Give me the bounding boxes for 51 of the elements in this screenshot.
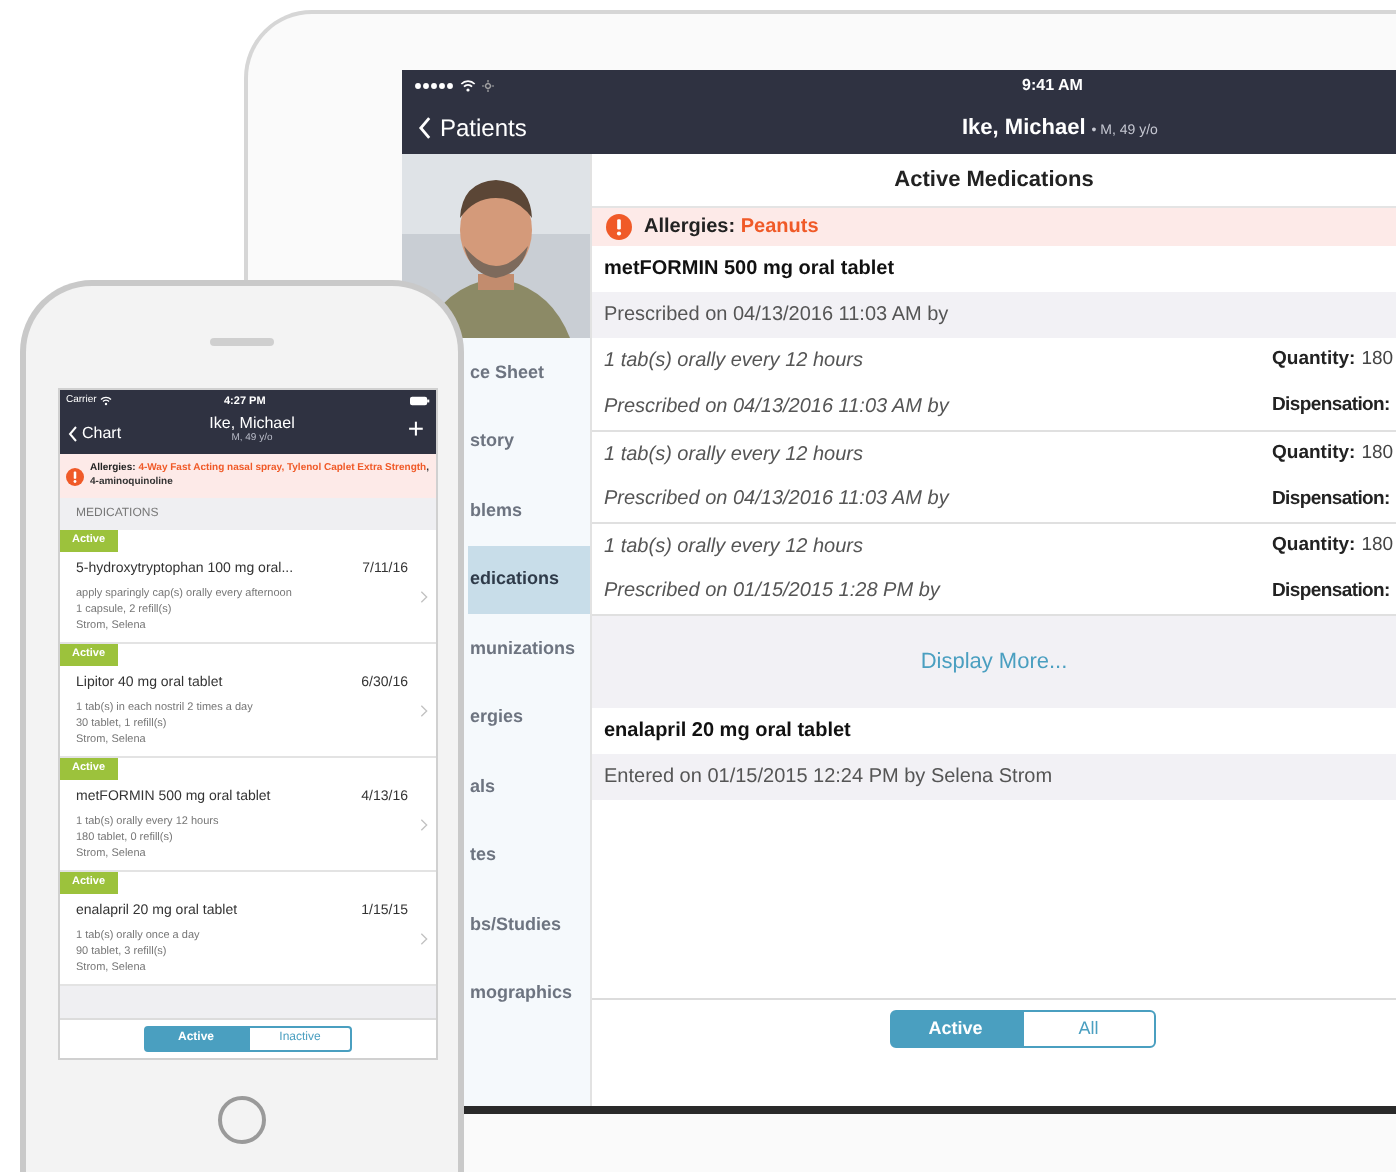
medication-detail: Entered on 01/15/2015 12:24 PM by Selena Strom xyxy=(592,754,1396,800)
wifi-icon xyxy=(100,396,113,406)
battery-icon xyxy=(410,396,430,406)
quantity-text: Quantity: 180 xyxy=(1272,346,1396,375)
dosage-text: 1 tab(s) orally every 12 hours xyxy=(604,441,866,470)
quantity-text: Quantity: 180 xyxy=(1272,440,1396,469)
sidebar-item[interactable]: bs/Studies xyxy=(468,890,590,959)
chevron-icon xyxy=(420,932,428,946)
status-time: 9:41 AM xyxy=(1022,74,1083,98)
back-button[interactable]: Patients xyxy=(402,109,527,145)
home-button[interactable] xyxy=(218,1096,266,1144)
speaker-icon xyxy=(210,338,274,346)
quantity-text: Quantity: 180 xyxy=(1272,532,1396,561)
display-more-link[interactable]: Display More... xyxy=(920,645,1068,679)
sidebar-item[interactable]: story xyxy=(468,407,590,476)
brightness-icon xyxy=(482,79,494,91)
dispensation-label: Dispensation: xyxy=(1272,392,1392,421)
medication-name: metFORMIN 500 mg oral tablet xyxy=(602,256,897,284)
chevron-icon xyxy=(420,590,428,604)
sidebar-item[interactable]: als xyxy=(468,752,590,821)
alert-icon xyxy=(66,467,84,485)
medication-name: enalapril 20 mg oral tablet xyxy=(602,718,853,746)
patient-name: Ike, Michael xyxy=(209,416,295,432)
allergy-text: Allergies: Peanuts xyxy=(644,214,819,242)
wifi-icon xyxy=(460,79,476,91)
segment-tab[interactable]: Active xyxy=(889,1010,1022,1048)
add-button[interactable]: + xyxy=(407,414,424,442)
back-icon xyxy=(418,115,432,139)
prescribed-text: Prescribed on 04/13/2016 11:03 AM by xyxy=(604,486,949,515)
alert-icon xyxy=(606,214,632,240)
chevron-icon xyxy=(420,704,428,718)
prescribed-text: Prescribed on 04/13/2016 11:03 AM by xyxy=(604,394,949,422)
prescribed-text: Prescribed on 01/15/2015 1:28 PM by xyxy=(604,578,940,607)
sidebar-item[interactable]: ce Sheet xyxy=(468,338,590,407)
sidebar-item[interactable]: mographics xyxy=(468,959,590,1028)
dosage-text: 1 tab(s) orally every 12 hours xyxy=(604,348,866,376)
dispensation-label: Dispensation: xyxy=(1272,485,1392,514)
signal-icon xyxy=(414,81,454,89)
back-button[interactable]: Chart xyxy=(60,421,122,445)
sidebar-item[interactable]: tes xyxy=(468,821,590,890)
sidebar-item[interactable]: munizations xyxy=(468,614,590,683)
patient-name: Ike, Michael xyxy=(962,114,1086,144)
chevron-icon xyxy=(420,818,428,832)
sidebar-item[interactable]: ergies xyxy=(468,683,590,752)
sidebar-item[interactable]: blems xyxy=(468,476,590,545)
sidebar-item[interactable]: edications xyxy=(468,545,590,614)
segment-tab[interactable]: All xyxy=(1022,1010,1155,1048)
dispensation-label: Dispensation: xyxy=(1272,577,1392,606)
dosage-text: 1 tab(s) orally every 12 hours xyxy=(604,533,866,562)
medication-detail: Prescribed on 04/13/2016 11:03 AM by xyxy=(592,292,1396,338)
back-icon xyxy=(68,425,78,441)
